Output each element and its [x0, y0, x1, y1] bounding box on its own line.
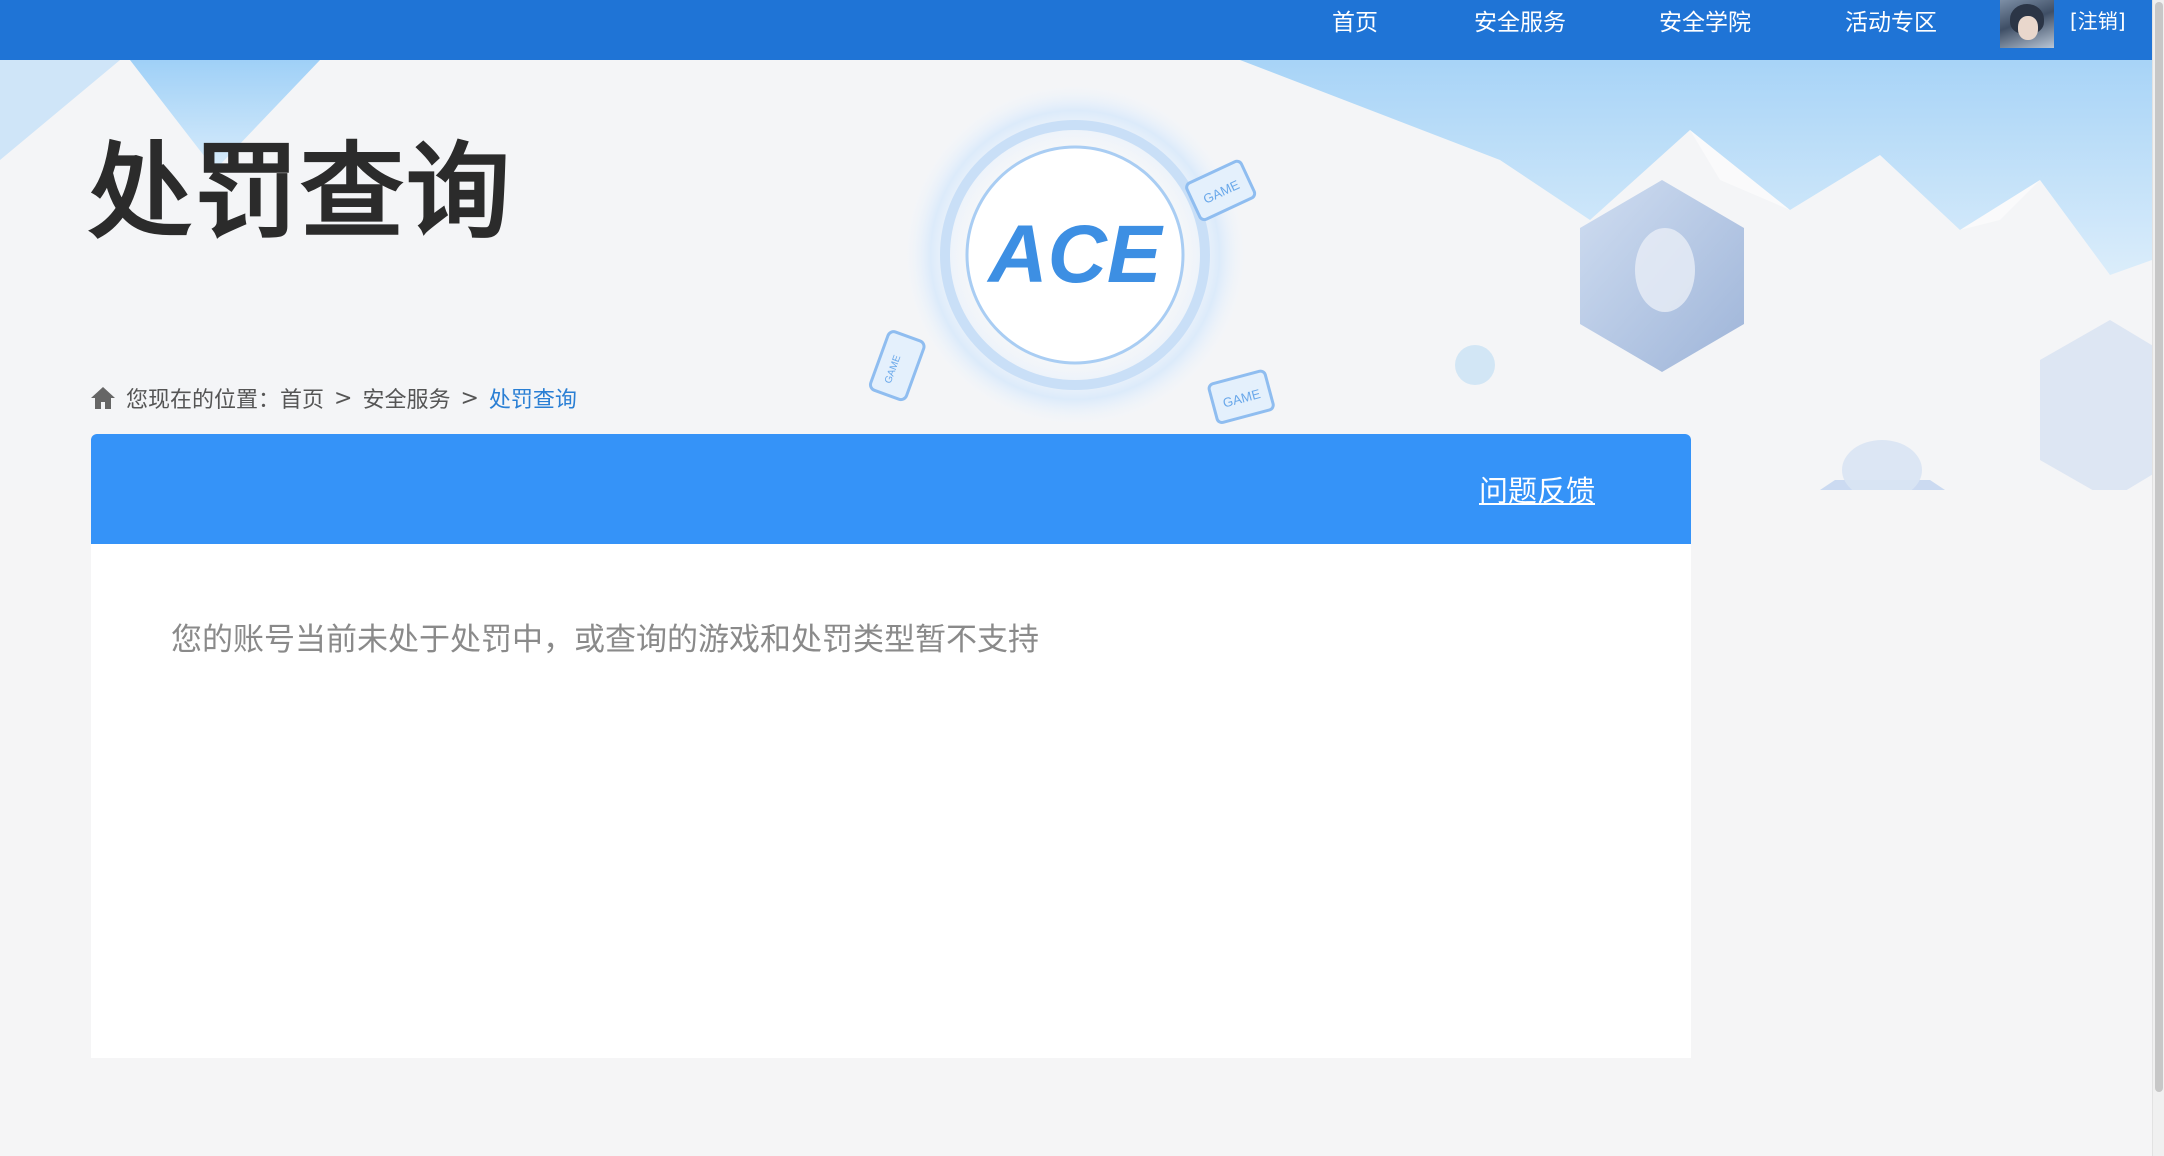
- scrollbar-thumb[interactable]: [2155, 2, 2163, 1092]
- character-portrait-hexagon: [2040, 320, 2152, 490]
- character-face: [1635, 228, 1695, 312]
- logout-link[interactable]: [注销]: [2070, 0, 2126, 42]
- avatar-face: [2018, 16, 2038, 40]
- result-message: 您的账号当前未处于处罚中，或查询的游戏和处罚类型暂不支持: [171, 622, 1039, 658]
- ace-logo: ACE: [986, 209, 1163, 300]
- breadcrumb-home[interactable]: 首页: [280, 382, 324, 414]
- panel-header: 问题反馈: [91, 434, 1691, 544]
- result-panel: 问题反馈 您的账号当前未处于处罚中，或查询的游戏和处罚类型暂不支持: [91, 434, 1691, 1058]
- character-portrait-partial: [1842, 440, 1922, 490]
- breadcrumb-security-services[interactable]: 安全服务: [362, 382, 450, 414]
- game-console-icon: GAME: [1207, 369, 1275, 425]
- game-phone-icon: GAME: [868, 330, 926, 402]
- feedback-link[interactable]: 问题反馈: [1479, 468, 1595, 510]
- page-banner: ACE GAME GAME GAME: [0, 60, 2152, 490]
- banner-background: ACE GAME GAME GAME: [0, 60, 2152, 490]
- home-icon: [91, 387, 115, 409]
- nav-security-academy[interactable]: 安全学院: [1659, 0, 1751, 46]
- breadcrumb-separator: >: [460, 385, 479, 411]
- breadcrumb-prefix: 您现在的位置：: [126, 388, 281, 413]
- nav-events[interactable]: 活动专区: [1845, 0, 1937, 46]
- user-avatar[interactable]: [2000, 0, 2054, 48]
- page-scrollbar[interactable]: [2152, 0, 2164, 1156]
- top-nav-bar: 首页 安全服务 安全学院 活动专区 [注销]: [0, 0, 2152, 60]
- breadcrumb: 您现在的位置： 首页 > 安全服务 > 处罚查询: [90, 380, 577, 416]
- nav-home[interactable]: 首页: [1332, 0, 1378, 46]
- decor-bubble: [1455, 345, 1495, 385]
- breadcrumb-separator: >: [334, 385, 353, 411]
- nav-security-services[interactable]: 安全服务: [1474, 0, 1566, 46]
- breadcrumb-current: 处罚查询: [488, 388, 577, 413]
- page-title: 处罚查询: [88, 131, 513, 253]
